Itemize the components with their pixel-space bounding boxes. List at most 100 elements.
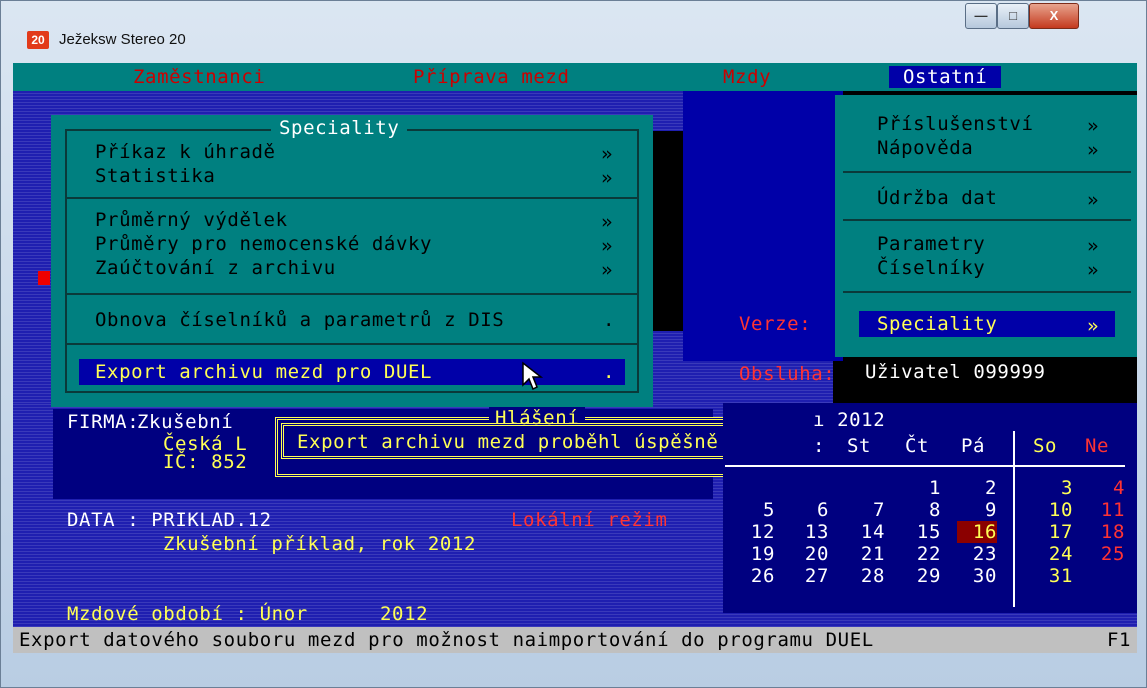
calendar-day[interactable]: 11 [1085,499,1125,521]
calendar-day[interactable]: 5 [735,499,775,521]
calendar-day[interactable]: 14 [845,521,885,543]
header-ne: Ne [1085,435,1110,457]
menu-item-statistika[interactable]: Statistika [95,165,215,187]
calendar-day[interactable]: 17 [1033,521,1073,543]
shadow [653,131,683,331]
calendar-day[interactable]: 19 [735,543,775,565]
divider [65,343,639,345]
chevron-right-icon: » [601,167,614,189]
ellipsis-icon: . [603,309,616,331]
chevron-right-icon: » [1087,235,1100,257]
menu-priprava-mezd[interactable]: Příprava mezd [413,66,570,88]
calendar-day[interactable]: 28 [845,565,885,587]
calendar-day[interactable]: 2 [957,477,997,499]
maximize-button[interactable]: □ [997,3,1029,29]
menu-item-zauctovani[interactable]: Zaúčtování z archivu [95,257,336,279]
header-so: So [1033,435,1058,457]
calendar-day[interactable]: 26 [735,565,775,587]
calendar-day[interactable]: 8 [901,499,941,521]
chevron-right-icon: » [1087,189,1100,211]
period-label: Mzdové období : Únor 2012 [67,603,429,625]
data-description: Zkušební příklad, rok 2012 [163,533,477,555]
data-label: DATA : PRIKLAD.12 [67,509,272,531]
mouse-cursor-icon [522,361,543,391]
calendar-day[interactable]: 18 [1085,521,1125,543]
application-window: 20 Ježeksw Stereo 20 — □ X Zaměstnanci P… [0,0,1147,688]
chevron-right-icon: » [1087,315,1100,337]
firma-value: Zkušební [137,411,234,433]
app-icon: 20 [27,31,49,49]
mode-label: Lokální režim [511,509,668,531]
calendar-day[interactable]: 7 [845,499,885,521]
calendar-day[interactable]: 4 [1085,477,1125,499]
divider [843,291,1131,293]
calendar-day[interactable]: 12 [735,521,775,543]
calendar-day[interactable]: 21 [845,543,885,565]
calendar-day[interactable]: 23 [957,543,997,565]
chevron-right-icon: » [1087,139,1100,161]
calendar-day[interactable]: 20 [789,543,829,565]
red-marker [38,271,50,285]
menu-item-prumery-nemocenske[interactable]: Průměry pro nemocenské dávky [95,233,432,255]
calendar-day[interactable]: 13 [789,521,829,543]
menu-item-prikaz[interactable]: Příkaz k úhradě [95,141,276,163]
status-text: Export datového souboru mezd pro možnost… [19,629,874,651]
menu-item-prumerny-vydelek[interactable]: Průměrný výdělek [95,209,288,231]
calendar-day[interactable]: 29 [901,565,941,587]
terminal-screen: Zaměstnanci Příprava mezd Mzdy Ostatní S… [13,63,1137,653]
calendar-day[interactable]: 15 [901,521,941,543]
header-st: St [847,435,872,457]
header-ct: Čt [905,435,930,457]
chevron-right-icon: » [601,143,614,165]
chevron-right-icon: » [1087,259,1100,281]
menu-item-udrzba-dat[interactable]: Údržba dat [877,187,997,209]
firma-label: FIRMA: [67,411,140,433]
menu-mzdy[interactable]: Mzdy [723,66,771,88]
calendar-header-sep: : [813,435,826,457]
menu-item-speciality[interactable]: Speciality [877,313,997,335]
calendar-day[interactable]: 16 [957,521,997,543]
calendar-day[interactable]: 1 [901,477,941,499]
calendar-day[interactable]: 10 [1033,499,1073,521]
chevron-right-icon: » [601,211,614,233]
f1-key[interactable]: F1 [1107,629,1131,651]
calendar-day[interactable]: 24 [1033,543,1073,565]
header-divider [725,465,1125,467]
calendar-day[interactable]: 22 [901,543,941,565]
chevron-right-icon: » [1087,115,1100,137]
calendar-day[interactable]: 3 [1033,477,1073,499]
calendar-day[interactable]: 30 [957,565,997,587]
divider [65,197,639,199]
ico-line: IČ: 852 [163,451,248,473]
obsluha-label: Obsluha: [739,363,836,385]
speciality-title: Speciality [271,117,408,139]
menu-item-obnova[interactable]: Obnova číselníků a parametrů z DIS [95,309,504,331]
menu-item-prislusenstvi[interactable]: Příslušenství [877,113,1034,135]
chevron-right-icon: » [601,259,614,281]
menu-ostatni[interactable]: Ostatní [889,66,1002,88]
dialog-message[interactable]: Export archivu mezd proběhl úspěšně [297,431,718,453]
menu-item-napoveda[interactable]: Nápověda [877,137,973,159]
close-button[interactable]: X [1029,3,1079,29]
menu-item-parametry[interactable]: Parametry [877,233,985,255]
divider [65,293,639,295]
calendar-day[interactable]: 6 [789,499,829,521]
divider [843,219,1131,221]
divider [843,171,1131,173]
calendar-day[interactable]: 31 [1033,565,1073,587]
menu-item-ciselniky[interactable]: Číselníky [877,257,985,279]
menu-zamestnanci[interactable]: Zaměstnanci [133,66,265,88]
obsluha-value: Uživatel 099999 [861,361,1101,387]
calendar-month: ı 2012 [813,409,886,431]
window-title: Ježeksw Stereo 20 [59,31,186,48]
verze-label: Verze: [739,313,812,335]
ellipsis-icon: . [603,361,616,383]
header-pa: Pá [961,435,986,457]
weekend-divider [1013,431,1015,607]
calendar-day[interactable]: 25 [1085,543,1125,565]
calendar-day[interactable]: 27 [789,565,829,587]
minimize-button[interactable]: — [965,3,997,29]
calendar-day[interactable]: 9 [957,499,997,521]
menu-item-export-duel[interactable]: Export archivu mezd pro DUEL [95,361,432,383]
chevron-right-icon: » [601,235,614,257]
